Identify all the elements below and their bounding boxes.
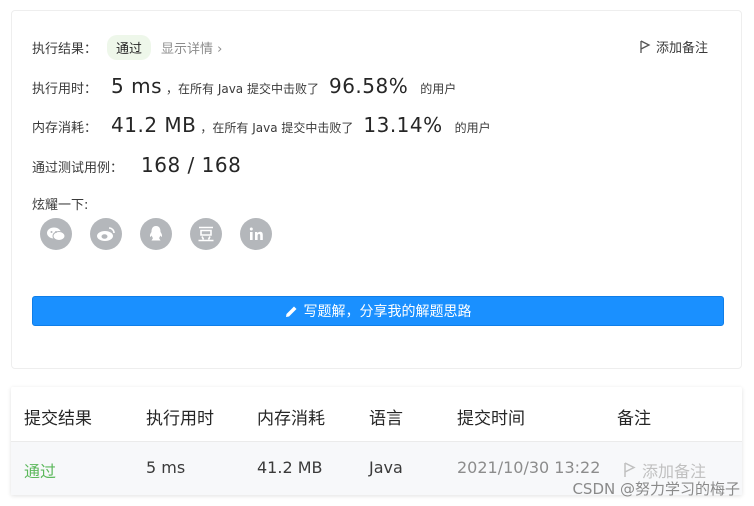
header-result: 提交结果 xyxy=(24,409,92,429)
show-details-link[interactable]: 显示详情 › xyxy=(161,38,222,57)
runtime-row: 执行用时： 5 ms ，在所有 Java 提交中击败了 96.58% 的用户 xyxy=(32,74,456,98)
table-header: 提交结果 执行用时 内存消耗 语言 提交时间 备注 xyxy=(11,387,742,442)
memory-label: 内存消耗： xyxy=(32,121,98,136)
row-runtime: 5 ms xyxy=(146,458,186,477)
memory-row: 内存消耗： 41.2 MB ，在所有 Java 提交中击败了 13.14% 的用… xyxy=(32,113,491,137)
status-badge: 通过 xyxy=(107,35,152,60)
runtime-percent: 96.58% xyxy=(328,74,409,98)
header-submit-time: 提交时间 xyxy=(457,409,525,429)
row-language: Java xyxy=(369,458,403,477)
submission-result-card: 执行结果： 通过 显示详情 › 添加备注 执行用时： 5 ms ，在所有 Jav… xyxy=(11,10,742,369)
header-memory: 内存消耗 xyxy=(257,409,325,429)
memory-mid-text: ，在所有 Java 提交中击败了 xyxy=(200,121,354,135)
weibo-icon[interactable] xyxy=(90,218,122,250)
runtime-mid-text: ，在所有 Java 提交中击败了 xyxy=(166,82,319,96)
share-icons xyxy=(40,218,290,250)
result-row: 执行结果： 通过 显示详情 › xyxy=(32,35,222,60)
memory-suffix: 的用户 xyxy=(454,121,491,135)
runtime-label: 执行用时： xyxy=(32,82,98,97)
memory-percent: 13.14% xyxy=(363,113,443,137)
testcases-value: 168 / 168 xyxy=(141,153,242,177)
qq-icon[interactable] xyxy=(140,218,172,250)
memory-value: 41.2 MB xyxy=(111,113,197,137)
add-note-button[interactable]: 添加备注 xyxy=(639,37,708,56)
row-memory: 41.2 MB xyxy=(257,458,323,477)
watermark: CSDN @努力学习的梅子 xyxy=(572,480,740,498)
linkedin-icon[interactable] xyxy=(240,218,272,250)
header-note: 备注 xyxy=(617,409,651,429)
row-submit-time: 2021/10/30 13:22 xyxy=(457,458,601,477)
testcases-row: 通过测试用例： 168 / 168 xyxy=(32,153,241,177)
result-label: 执行结果： xyxy=(32,42,98,57)
testcases-label: 通过测试用例： xyxy=(32,161,124,176)
share-label: 炫耀一下: xyxy=(32,198,89,213)
douban-icon[interactable] xyxy=(190,218,222,250)
write-solution-button[interactable]: 写题解，分享我的解题思路 xyxy=(32,296,724,326)
runtime-suffix: 的用户 xyxy=(420,82,457,96)
wechat-icon[interactable] xyxy=(40,218,72,250)
write-solution-label: 写题解，分享我的解题思路 xyxy=(303,304,472,320)
add-note-label: 添加备注 xyxy=(655,41,708,56)
runtime-value: 5 ms xyxy=(111,74,162,98)
pencil-icon xyxy=(285,306,296,317)
flag-icon xyxy=(624,462,636,477)
flag-icon xyxy=(640,39,651,53)
header-runtime: 执行用时 xyxy=(146,409,214,429)
row-result[interactable]: 通过 xyxy=(24,458,56,482)
header-language: 语言 xyxy=(369,409,403,429)
